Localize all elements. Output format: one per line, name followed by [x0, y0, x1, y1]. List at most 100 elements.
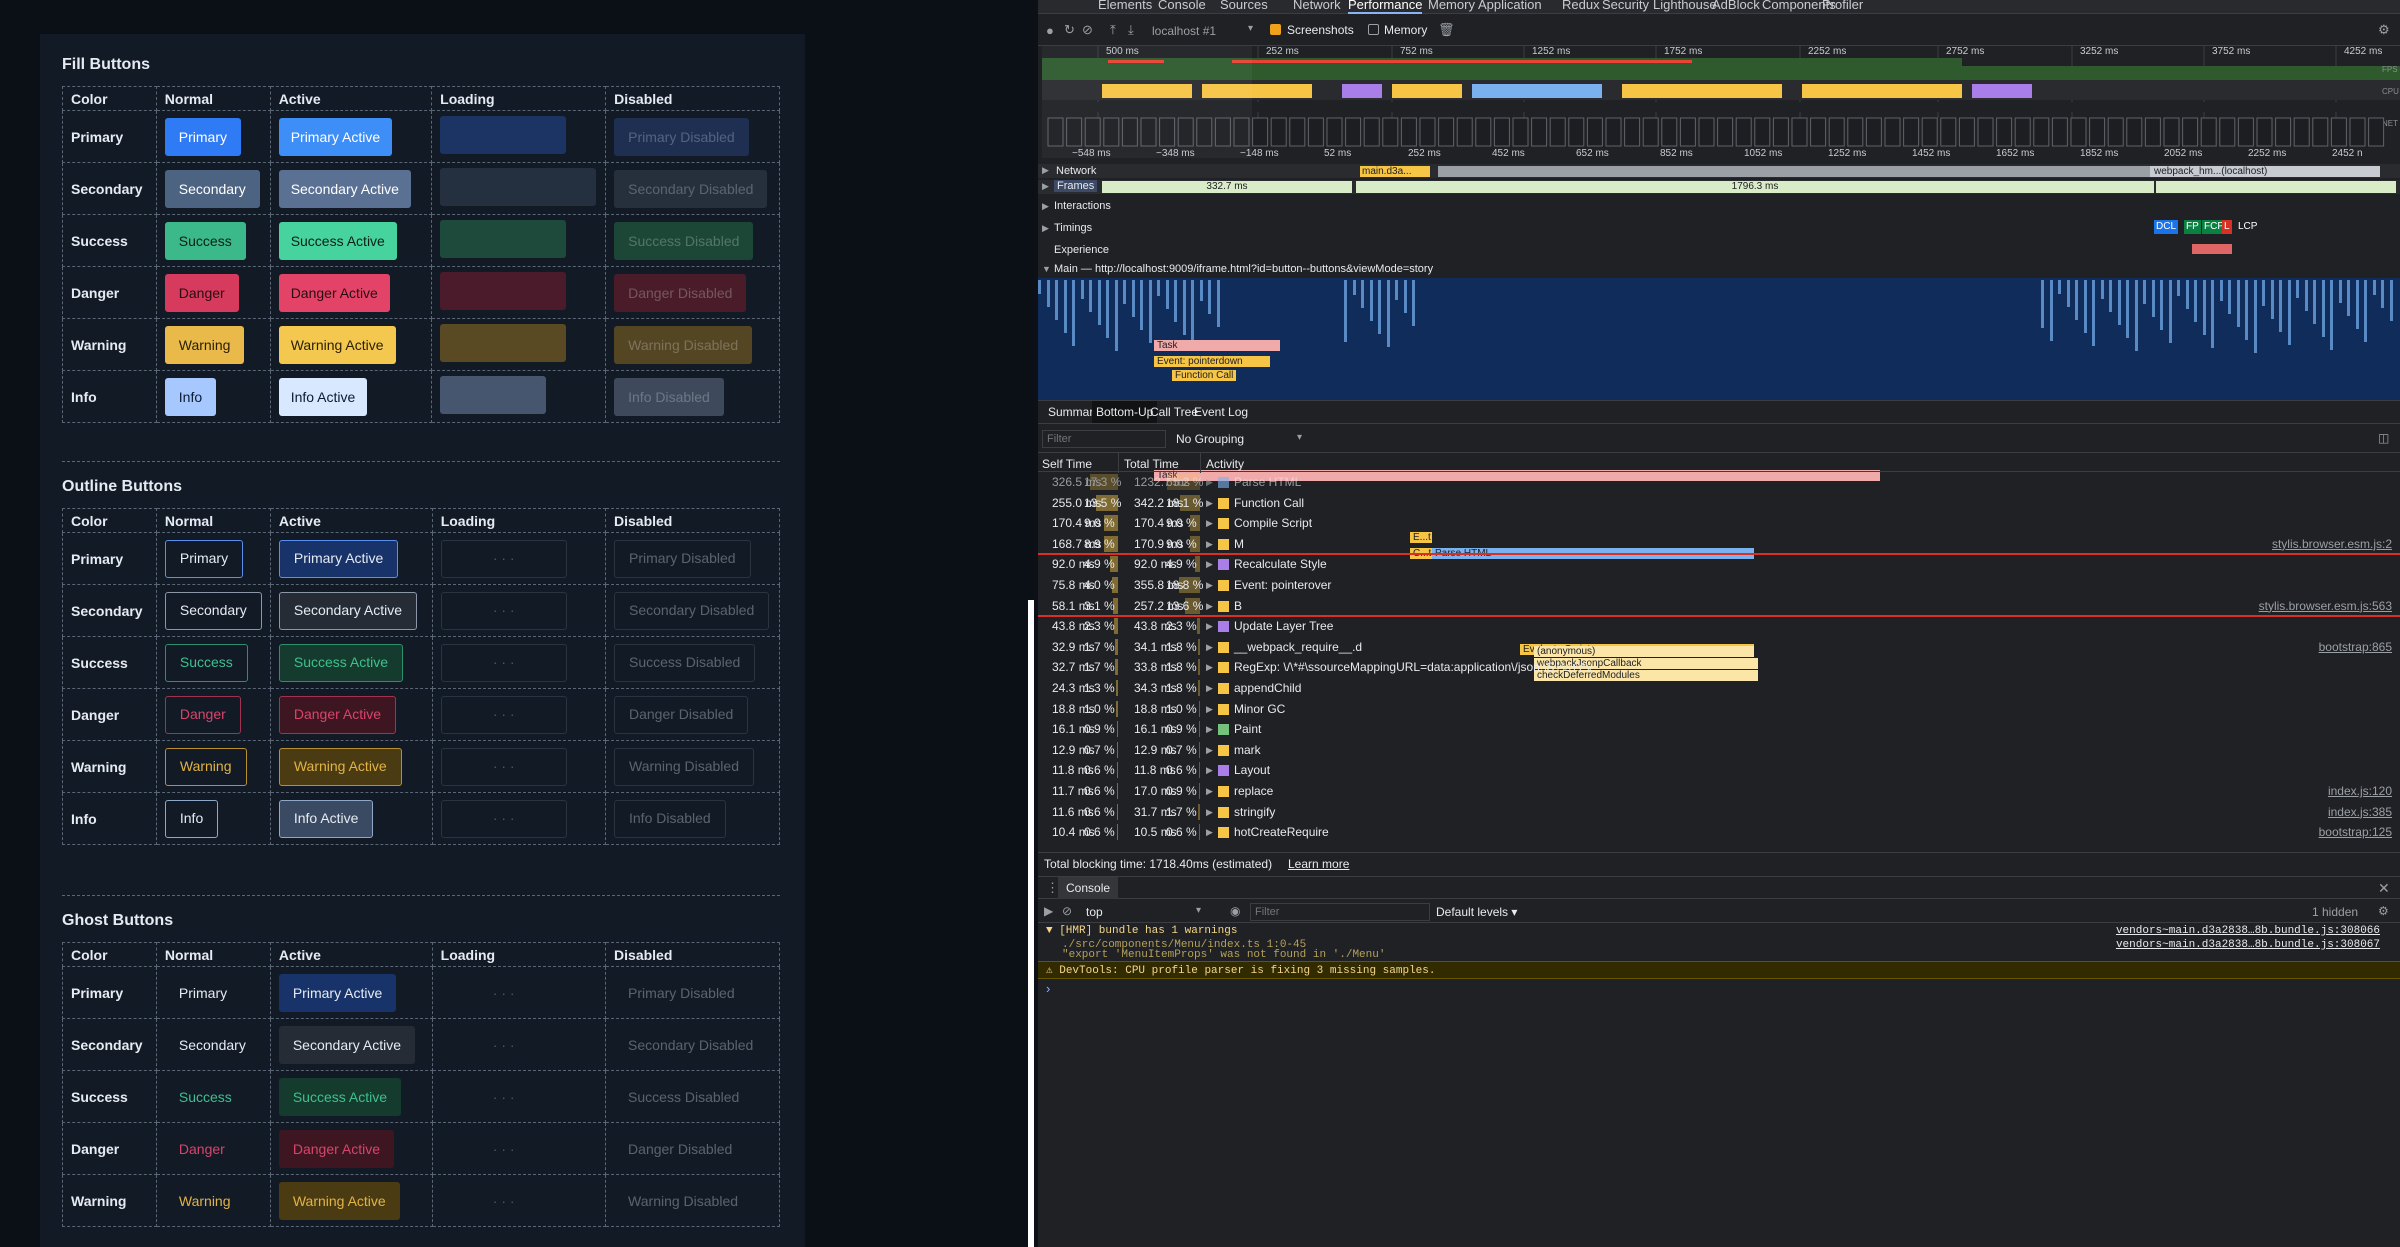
- record-icon[interactable]: ●: [1046, 23, 1054, 38]
- primary-active-button[interactable]: Primary Active: [278, 973, 397, 1012]
- chevron-right-icon[interactable]: ▶: [1042, 165, 1049, 176]
- console-tab[interactable]: Console: [1058, 877, 1119, 899]
- info-active-button[interactable]: Info Active: [278, 799, 374, 838]
- table-row[interactable]: 12.9 ms 0.7 % 12.9 ms 0.7 % ▶ mark: [1038, 740, 2400, 760]
- warning-active-button[interactable]: Warning Active: [278, 747, 402, 786]
- trash-icon[interactable]: 🗑: [1438, 22, 1455, 38]
- table-row[interactable]: 168.7 ms 8.9 % 170.9 ms 9.0 % ▶ Mstylis.brows…: [1038, 534, 2400, 555]
- secondary-active-button[interactable]: Secondary Active: [278, 591, 418, 630]
- primary-active-button[interactable]: Primary Active: [278, 539, 399, 578]
- danger-normal-button[interactable]: Danger: [165, 1130, 239, 1168]
- flame-event[interactable]: Event: pointerdown: [1154, 356, 1270, 367]
- column-header[interactable]: Activity: [1206, 457, 1244, 471]
- secondary-normal-button[interactable]: Secondary: [164, 591, 262, 630]
- table-row[interactable]: 326.5 ms 17.3 % 1232.7 ms 65.2 % ▶ Parse HTML: [1038, 472, 2400, 492]
- warning-normal-button[interactable]: Warning: [164, 325, 245, 364]
- tab-adblock[interactable]: AdBlock: [1712, 0, 1760, 14]
- console-filter-input[interactable]: [1250, 903, 1430, 921]
- table-row[interactable]: 11.6 ms 0.6 % 31.7 ms 1.7 % ▶ stringify index.…: [1038, 802, 2400, 822]
- tab-sources[interactable]: Sources: [1220, 0, 1268, 14]
- table-row[interactable]: 32.9 ms 1.7 % 34.1 ms 1.8 % ▶ __webpack_requi…: [1038, 637, 2400, 657]
- chevron-right-icon[interactable]: ▶: [1042, 223, 1049, 234]
- tab-performance[interactable]: Performance: [1348, 0, 1423, 14]
- table-row[interactable]: 16.1 ms 0.9 % 16.1 ms 0.9 % ▶ Paint: [1038, 719, 2400, 739]
- chevron-right-icon[interactable]: ▶: [1206, 662, 1213, 673]
- network-request[interactable]: webpack_hm...(localhost): [2150, 166, 2380, 177]
- console-source-link[interactable]: vendors~main.d3a2838…8b.bundle.js:308067: [2116, 939, 2380, 951]
- chevron-right-icon[interactable]: ▶: [1206, 518, 1213, 529]
- clear-console-icon[interactable]: ⊘: [1062, 904, 1072, 918]
- timings-track-label[interactable]: Timings: [1054, 222, 1092, 234]
- table-row[interactable]: 75.8 ms 4.0 % 355.8 ms 18.8 % ▶ Event: pointe…: [1038, 575, 2400, 595]
- flame-event[interactable]: Function Call: [1172, 370, 1236, 381]
- warning-active-button[interactable]: Warning Active: [278, 1181, 400, 1220]
- gear-icon[interactable]: ⚙: [2378, 22, 2390, 38]
- grouping-select[interactable]: No Grouping: [1176, 432, 1244, 446]
- secondary-active-button[interactable]: Secondary Active: [278, 169, 411, 208]
- danger-active-button[interactable]: Danger Active: [278, 695, 397, 734]
- success-normal-button[interactable]: Success: [165, 1078, 246, 1116]
- danger-normal-button[interactable]: Danger: [164, 695, 241, 734]
- source-link[interactable]: index.js:120: [2328, 784, 2392, 798]
- gear-icon[interactable]: ⚙: [2378, 904, 2389, 918]
- console-source-link[interactable]: vendors~main.d3a2838…8b.bundle.js:308066: [2116, 925, 2380, 937]
- memory-checkbox[interactable]: [1368, 24, 1379, 35]
- success-active-button[interactable]: Success Active: [278, 221, 397, 260]
- chevron-right-icon[interactable]: ▶: [1042, 181, 1049, 192]
- table-row[interactable]: 255.0 ms 13.5 % 342.2 ms 18.1 % ▶ Function Ca…: [1038, 493, 2400, 513]
- chevron-right-icon[interactable]: ▶: [1206, 621, 1213, 632]
- chevron-right-icon[interactable]: ▶: [1206, 498, 1213, 509]
- eye-icon[interactable]: ◉: [1230, 904, 1240, 918]
- success-normal-button[interactable]: Success: [164, 221, 246, 260]
- timing-marker-lcp[interactable]: LCP: [2236, 220, 2260, 234]
- table-row[interactable]: 170.4 ms 9.0 % 170.4 ms 9.0 % ▶ Compile Scrip…: [1038, 513, 2400, 533]
- info-normal-button[interactable]: Info: [164, 377, 217, 416]
- secondary-normal-button[interactable]: Secondary: [164, 169, 260, 208]
- chevron-right-icon[interactable]: ▶: [1206, 786, 1213, 797]
- chevron-down-icon[interactable]: ▾: [1248, 23, 1253, 34]
- main-track-label[interactable]: Main — http://localhost:9009/iframe.html…: [1054, 263, 1433, 275]
- frames-track-label[interactable]: Frames: [1054, 180, 1098, 192]
- console-prompt[interactable]: ›: [1046, 981, 1050, 996]
- chevron-down-icon[interactable]: ▾: [1297, 432, 1302, 443]
- timing-marker-dcl[interactable]: DCL: [2154, 220, 2179, 234]
- chevron-right-icon[interactable]: ▶: [1206, 807, 1213, 818]
- chevron-right-icon[interactable]: ▶: [1206, 539, 1213, 550]
- tab-memory[interactable]: Memory: [1428, 0, 1475, 14]
- learn-more-link[interactable]: Learn more: [1288, 857, 1349, 871]
- chevron-down-icon[interactable]: ▾: [1196, 905, 1201, 916]
- flame-event[interactable]: Task: [1154, 340, 1280, 351]
- clear-icon[interactable]: ⊘: [1082, 22, 1093, 38]
- chevron-right-icon[interactable]: ▶: [1206, 704, 1213, 715]
- chevron-right-icon[interactable]: ▶: [1206, 724, 1213, 735]
- success-normal-button[interactable]: Success: [164, 643, 248, 682]
- primary-normal-button[interactable]: Primary: [164, 539, 244, 578]
- table-row[interactable]: 11.7 ms 0.6 % 17.0 ms 0.9 % ▶ replace index.js…: [1038, 781, 2400, 801]
- danger-normal-button[interactable]: Danger: [164, 273, 239, 312]
- column-header[interactable]: Self Time: [1042, 457, 1092, 471]
- chevron-right-icon[interactable]: ▶: [1206, 765, 1213, 776]
- table-row[interactable]: 18.8 ms 1.0 % 18.8 ms 1.0 % ▶ Minor GC: [1038, 699, 2400, 719]
- source-link[interactable]: bootstrap:865: [2319, 640, 2392, 654]
- table-row[interactable]: 32.7 ms 1.7 % 33.8 ms 1.8 % ▶ RegExp: \/\*#\s…: [1038, 657, 2400, 677]
- chevron-right-icon[interactable]: ▶: [1206, 827, 1213, 838]
- primary-normal-button[interactable]: Primary: [164, 117, 242, 156]
- filter-input[interactable]: [1042, 430, 1166, 448]
- danger-active-button[interactable]: Danger Active: [278, 273, 390, 312]
- chevron-right-icon[interactable]: ▶: [1206, 642, 1213, 653]
- download-icon[interactable]: ⤓: [1128, 22, 1134, 38]
- table-row[interactable]: 58.1 ms 3.1 % 257.2 ms 13.6 % ▶ Bstylis.brows…: [1038, 596, 2400, 617]
- upload-icon[interactable]: ⤒: [1110, 22, 1116, 38]
- success-active-button[interactable]: Success Active: [278, 1077, 401, 1116]
- table-row[interactable]: 92.0 ms 4.9 % 92.0 ms 4.9 % ▶ Recalculate Sty…: [1038, 554, 2400, 574]
- secondary-active-button[interactable]: Secondary Active: [278, 1025, 416, 1064]
- tab-network[interactable]: Network: [1293, 0, 1341, 14]
- warning-normal-button[interactable]: Warning: [165, 1182, 245, 1220]
- timing-marker-l[interactable]: L: [2222, 220, 2232, 234]
- context-select[interactable]: top: [1086, 905, 1103, 919]
- experience-track-label[interactable]: Experience: [1054, 244, 1109, 256]
- source-link[interactable]: stylis.browser.esm.js:563: [2259, 599, 2392, 613]
- chevron-right-icon[interactable]: ▶: [1206, 683, 1213, 694]
- levels-select[interactable]: Default levels ▾: [1436, 905, 1517, 919]
- interactions-track-label[interactable]: Interactions: [1054, 200, 1111, 212]
